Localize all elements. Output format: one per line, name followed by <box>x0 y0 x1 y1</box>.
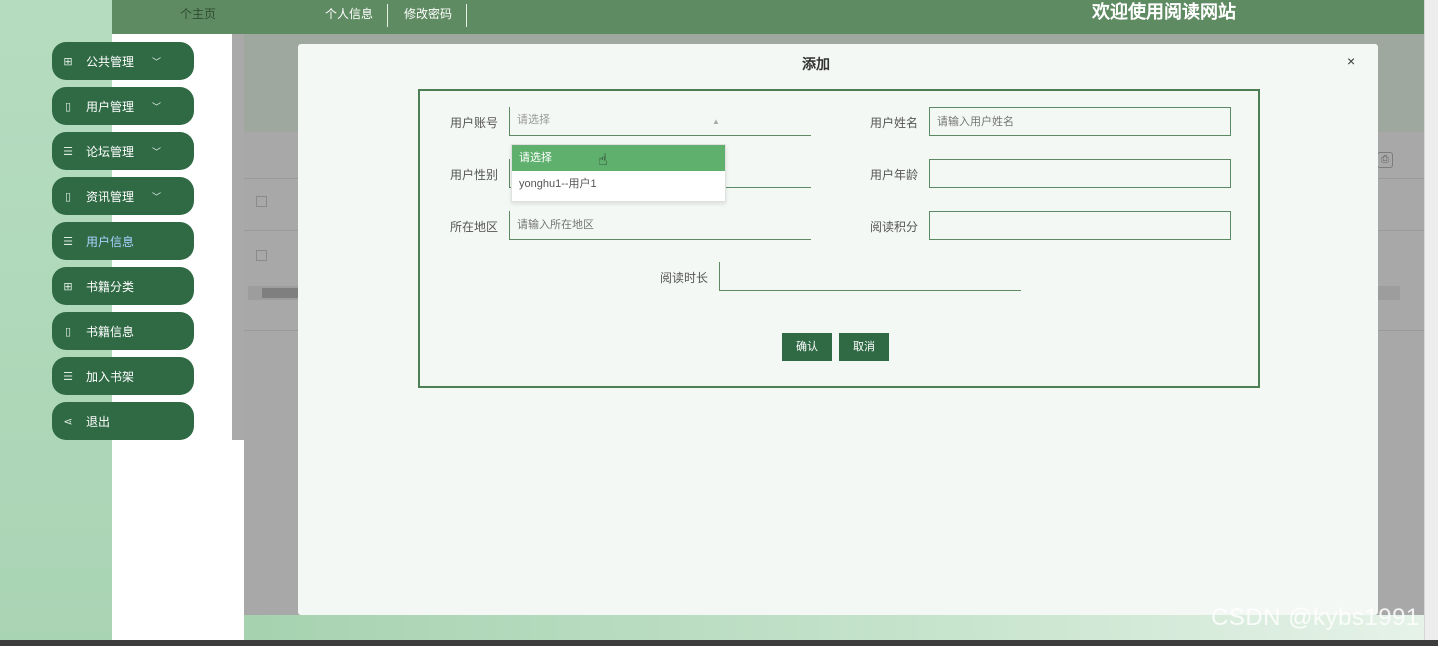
sidebar-item-label: 书籍分类 <box>86 279 135 294</box>
taskbar-edge <box>0 640 1438 646</box>
sidebar-item-label: 用户管理 <box>86 99 135 114</box>
sidebar-item-label: 加入书架 <box>86 369 135 384</box>
window-scrollbar[interactable] <box>1424 0 1438 646</box>
name-label: 用户姓名 <box>869 116 918 130</box>
age-input[interactable] <box>929 159 1231 188</box>
dropdown-option[interactable]: 请选择 <box>512 145 725 171</box>
account-dropdown: 请选择 yonghu1--用户1 <box>511 144 726 202</box>
sidebar-item-forum-management[interactable]: ☰ 论坛管理 ﹀ <box>52 132 194 170</box>
chevron-down-icon: ﹀ <box>152 191 162 202</box>
sidebar-item-label: 资讯管理 <box>86 189 135 204</box>
sidebar-item-user-management[interactable]: ▯ 用户管理 ﹀ <box>52 87 194 125</box>
dimmed-checkbox <box>256 250 267 261</box>
hand-cursor-icon: ☝ <box>598 152 608 169</box>
account-label: 用户账号 <box>449 116 498 130</box>
dialog-title: 添加 <box>802 56 830 72</box>
home-link[interactable]: 个主页 <box>180 5 216 22</box>
account-select[interactable]: 请选择 ▲ <box>509 107 811 136</box>
sidebar-item-news-management[interactable]: ▯ 资讯管理 ﹀ <box>52 177 194 215</box>
dropdown-option[interactable]: yonghu1--用户1 <box>512 171 725 197</box>
grid-icon: ⊞ <box>63 280 73 293</box>
top-header: 个主页 个人信息 修改密码 欢迎使用阅读网站 <box>112 0 1424 34</box>
chevron-down-icon: ﹀ <box>152 56 162 67</box>
list-icon: ☰ <box>63 235 73 248</box>
welcome-title: 欢迎使用阅读网站 <box>1092 2 1236 22</box>
dimmed-scroll-thumb <box>262 288 302 298</box>
sidebar-item-public-management[interactable]: ⊞ 公共管理 ﹀ <box>52 42 194 80</box>
dimmed-checkbox <box>256 196 267 207</box>
book-icon: ▯ <box>64 100 72 113</box>
points-input[interactable] <box>929 211 1231 240</box>
sidebar-item-label: 退出 <box>86 414 111 429</box>
nav-profile[interactable]: 个人信息 <box>325 4 389 27</box>
sidebar-item-bookshelf[interactable]: ☰ 加入书架 <box>52 357 194 395</box>
account-select-value: 请选择 <box>517 114 550 126</box>
region-label: 所在地区 <box>449 220 498 234</box>
gender-label: 用户性别 <box>449 168 498 182</box>
cancel-button[interactable]: 取消 <box>839 333 889 361</box>
book-icon: ▯ <box>64 190 72 203</box>
age-label: 用户年龄 <box>869 168 918 182</box>
sidebar-scrollbar[interactable] <box>232 34 244 440</box>
name-input[interactable] <box>929 107 1231 136</box>
chevron-down-icon: ﹀ <box>152 101 162 112</box>
sidebar-item-logout[interactable]: ⋖ 退出 <box>52 402 194 440</box>
confirm-button[interactable]: 确认 <box>782 333 832 361</box>
sidebar-item-user-info[interactable]: ☰ 用户信息 <box>52 222 194 260</box>
sidebar-item-label: 论坛管理 <box>86 144 135 159</box>
sidebar-item-book-info[interactable]: ▯ 书籍信息 <box>52 312 194 350</box>
sidebar-item-label: 公共管理 <box>86 54 135 69</box>
region-input[interactable] <box>509 211 811 240</box>
sidebar-item-label: 用户信息 <box>86 234 135 249</box>
points-label: 阅读积分 <box>869 220 918 234</box>
share-icon: ⋖ <box>63 415 73 428</box>
list-icon: ☰ <box>63 145 73 158</box>
list-icon: ☰ <box>63 370 73 383</box>
select-arrow-icon: ▲ <box>712 117 720 126</box>
print-icon: ⎙ <box>1377 152 1393 168</box>
watermark: CSDN @kybs1991 <box>1211 604 1420 631</box>
duration-label: 阅读时长 <box>659 271 708 285</box>
grid-icon: ⊞ <box>63 55 73 68</box>
duration-input[interactable] <box>719 262 1021 291</box>
chevron-down-icon: ﹀ <box>152 146 162 157</box>
sidebar-item-book-category[interactable]: ⊞ 书籍分类 <box>52 267 194 305</box>
nav-change-password[interactable]: 修改密码 <box>404 4 468 27</box>
book-icon: ▯ <box>64 325 72 338</box>
sidebar-item-label: 书籍信息 <box>86 324 135 339</box>
close-icon[interactable]: × <box>1347 53 1355 69</box>
